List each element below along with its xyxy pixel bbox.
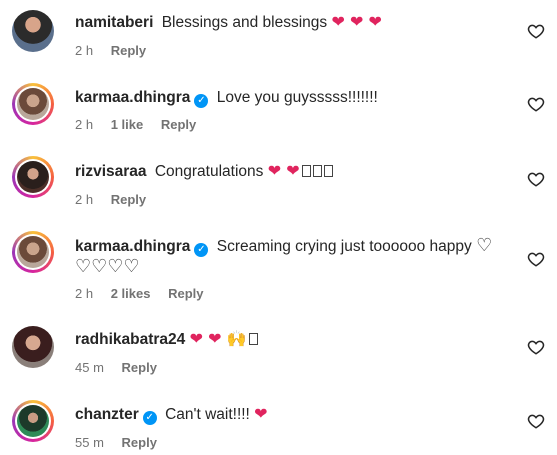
comment-meta: 2 h Reply [75, 43, 160, 58]
missing-glyph [312, 165, 322, 177]
avatar[interactable] [12, 326, 54, 368]
verified-badge-icon: ✓ [194, 94, 209, 108]
heart-outline-icon[interactable] [527, 250, 545, 268]
heart-outline-icon[interactable] [527, 412, 545, 430]
comment-line: chanzter ✓ Can't wait!!!! ❤ [75, 403, 268, 426]
reply-button[interactable]: Reply [111, 43, 146, 58]
username[interactable]: namitaberi [75, 14, 153, 31]
missing-glyph [301, 165, 311, 177]
likes-count[interactable]: 2 likes [111, 286, 151, 301]
timestamp: 2 h [75, 117, 94, 132]
comment-meta: 55 m Reply [75, 435, 171, 450]
reply-button[interactable]: Reply [111, 192, 146, 207]
heart-emoji: ♡♡♡♡ [75, 256, 140, 277]
heart-outline-icon[interactable] [527, 22, 545, 40]
comment-line: radhikabatra24 ❤ ❤ 🙌 [75, 328, 258, 351]
avatar[interactable] [12, 231, 54, 273]
timestamp: 45 m [75, 360, 104, 375]
likes-count[interactable]: 1 like [111, 117, 144, 132]
username[interactable]: chanzter [75, 406, 139, 423]
timestamp: 55 m [75, 435, 104, 450]
comment-text: Blessings and blessings [161, 14, 328, 31]
comment-line: karmaa.dhingra ✓ Love you guysssss!!!!!!! [75, 87, 378, 109]
username[interactable]: radhikabatra24 [75, 331, 185, 348]
verified-badge-icon: ✓ [194, 243, 209, 257]
comment-text: Congratulations [154, 163, 264, 180]
timestamp: 2 h [75, 286, 94, 301]
timestamp: 2 h [75, 43, 94, 58]
heart-emoji: ❤ [254, 404, 268, 423]
comment-meta: 2 h 1 like Reply [75, 117, 210, 132]
verified-badge-icon: ✓ [142, 411, 157, 425]
heart-emoji: ♡ [476, 235, 493, 256]
comment-text: Love you guysssss!!!!!!! [216, 89, 378, 106]
comment-line-continued: ♡♡♡♡ [75, 256, 140, 279]
heart-emoji: ❤ ❤ [267, 161, 300, 180]
comment-text: Screaming crying just toooooo happy [216, 238, 472, 255]
reply-button[interactable]: Reply [168, 286, 203, 301]
comment-meta: 2 h 2 likes Reply [75, 286, 218, 301]
reply-button[interactable]: Reply [161, 117, 196, 132]
comment-meta: 45 m Reply [75, 360, 171, 375]
username[interactable]: karmaa.dhingra [75, 238, 190, 255]
comment-line: rizvisaraa Congratulations ❤ ❤ [75, 160, 333, 183]
missing-glyph [323, 165, 333, 177]
comment-meta: 2 h Reply [75, 192, 160, 207]
avatar[interactable] [12, 400, 54, 442]
heart-outline-icon[interactable] [527, 95, 545, 113]
reply-button[interactable]: Reply [122, 360, 157, 375]
missing-glyph [248, 333, 258, 345]
username[interactable]: rizvisaraa [75, 163, 147, 180]
heart-emoji: ❤ ❤ 🙌 [189, 329, 247, 348]
username[interactable]: karmaa.dhingra [75, 89, 190, 106]
comment-text: Can't wait!!!! [165, 406, 250, 423]
reply-button[interactable]: Reply [122, 435, 157, 450]
comment-line: karmaa.dhingra ✓ Screaming crying just to… [75, 235, 492, 258]
avatar[interactable] [12, 83, 54, 125]
avatar[interactable] [12, 10, 54, 52]
comment-line: namitaberi Blessings and blessings ❤ ❤ ❤ [75, 11, 382, 34]
heart-outline-icon[interactable] [527, 338, 545, 356]
timestamp: 2 h [75, 192, 94, 207]
heart-emoji: ❤ ❤ ❤ [331, 12, 382, 31]
heart-outline-icon[interactable] [527, 170, 545, 188]
avatar[interactable] [12, 156, 54, 198]
